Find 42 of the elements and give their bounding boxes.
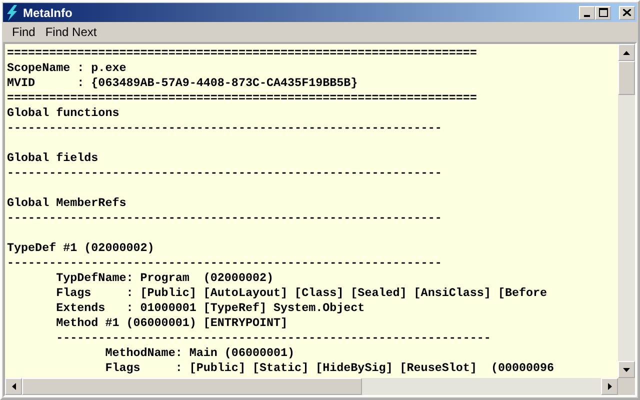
scroll-left-button[interactable]	[5, 378, 22, 395]
scroll-up-button[interactable]	[618, 44, 635, 61]
scroll-thumb[interactable]	[618, 61, 635, 95]
text-line: Global fields	[7, 151, 98, 165]
size-grip[interactable]	[618, 378, 635, 395]
maximize-button[interactable]	[595, 6, 611, 20]
text-line: TypeDef #1 (02000002)	[7, 241, 154, 255]
text-line: Global functions	[7, 106, 120, 120]
text-line: TypDefName: Program (02000002)	[55, 271, 274, 285]
text-line: Flags : [Public] [Static] [HideBySig] [ReuseSlot] (00000096	[104, 361, 554, 375]
window-title: MetaInfo	[23, 6, 74, 20]
minimize-icon	[584, 14, 590, 16]
up-arrow-icon	[623, 50, 630, 54]
text-line: MVID : {063489AB-57A9-4408-873C-CA435F19BB5B}	[7, 76, 358, 90]
text-line: --------------------------------------------------------------	[7, 211, 442, 225]
lightning-icon	[5, 4, 19, 20]
maximize-icon	[598, 8, 608, 17]
scroll-thumb[interactable]	[22, 378, 362, 395]
text-line: Method #1 (06000001) [ENTRYPOINT]	[55, 316, 288, 330]
text-line: --------------------------------------------------------------	[7, 121, 442, 135]
text-line: MethodName: Main (06000001)	[104, 346, 295, 360]
horizontal-scrollbar[interactable]	[5, 378, 635, 395]
scroll-down-button[interactable]	[618, 361, 635, 378]
text-line: ScopeName : p.exe	[7, 61, 126, 75]
text-line: --------------------------------------------------------------	[7, 256, 442, 270]
text-line: Extends : 01000001 [TypeRef] System.Object	[55, 301, 365, 315]
close-button[interactable]	[619, 6, 635, 20]
text-line: Flags : [Public] [AutoLayout] [Class] [Sealed] [AnsiClass] [Before	[55, 286, 548, 300]
vertical-scrollbar[interactable]	[618, 44, 635, 378]
minimize-button[interactable]	[579, 6, 595, 20]
menu-item[interactable]: Find Next	[40, 25, 102, 39]
left-arrow-icon	[12, 383, 16, 390]
scroll-right-button[interactable]	[601, 378, 618, 395]
down-arrow-icon	[623, 368, 630, 372]
text-line: ===================================================================	[7, 46, 477, 60]
menu-item[interactable]: Find	[7, 25, 40, 39]
right-arrow-icon	[608, 383, 612, 390]
text-line: --------------------------------------------------------------	[7, 166, 442, 180]
text-line: Global MemberRefs	[7, 196, 126, 210]
close-icon	[623, 9, 631, 16]
text-line: --------------------------------------------------------------	[55, 331, 491, 345]
text-line: ===================================================================	[7, 91, 477, 105]
